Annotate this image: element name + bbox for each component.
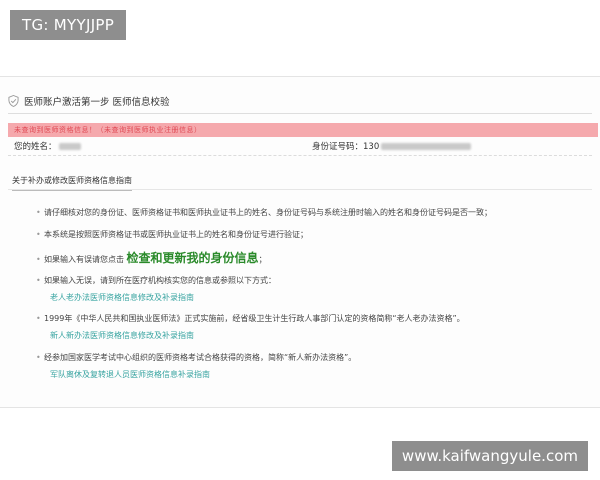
- list-item: • 如果输入无误，请到所在医疗机构核实您的信息或参照以下方式：: [36, 276, 276, 285]
- panel-header: 医师账户激活第一步 医师信息校验: [8, 91, 592, 114]
- old-method-guide-link[interactable]: 老人老办法医师资格信息修改及补录指南: [50, 292, 194, 303]
- id-value-redacted: [381, 143, 472, 150]
- update-identity-link[interactable]: 检查和更新我的身份信息: [127, 251, 259, 265]
- name-row: 您的姓名：: [14, 140, 81, 152]
- bullet-icon: •: [36, 314, 41, 323]
- new-method-guide-link[interactable]: 新人新办法医师资格信息修改及补录指南: [50, 330, 194, 341]
- watermark-bottom: www.kaifwangyule.com: [391, 441, 588, 471]
- list-item: • 请仔细核对您的身份证、医师资格证书和医师执业证书上的姓名、身份证号码与系统注册…: [36, 208, 492, 217]
- name-label: 您的姓名：: [14, 142, 57, 152]
- shield-check-icon: [8, 95, 19, 107]
- list-item: • 如果输入有误请您点击 检查和更新我的身份信息；: [36, 251, 267, 265]
- bullet-icon: •: [36, 230, 41, 239]
- watermark-top: TG: MYYJJPP: [10, 10, 127, 40]
- page-title: 医师账户激活第一步 医师信息校验: [24, 97, 170, 108]
- divider: [8, 155, 592, 156]
- error-alert: 未查询到医师资格信息！（未查询到医师执业注册信息）: [8, 123, 598, 137]
- id-label: 身份证号码：: [312, 142, 364, 152]
- bullet-icon: •: [36, 208, 41, 217]
- bullet-icon: •: [36, 353, 41, 362]
- name-value-redacted: [58, 143, 81, 150]
- list-item: • 经参加国家医学考试中心组织的医师资格考试合格获得的资格，简称“新人新办法资格”…: [36, 353, 357, 362]
- list-item: • 1999年《中华人民共和国执业医师法》正式实施前，经省级卫生计生行政人事部门认…: [36, 314, 465, 323]
- guide-title-underline: [8, 189, 592, 190]
- bullet-icon: •: [36, 276, 41, 285]
- bullet-icon: •: [36, 255, 41, 264]
- id-prefix: 130: [363, 142, 380, 152]
- military-guide-link[interactable]: 军队离休及复转退人员医师资格信息补录指南: [50, 369, 210, 380]
- verification-panel: 医师账户激活第一步 医师信息校验 未查询到医师资格信息！（未查询到医师执业注册信…: [0, 76, 600, 408]
- id-row: 身份证号码：130: [312, 140, 472, 152]
- list-item: • 本系统是按照医师资格证书或医师执业证书上的姓名和身份证号进行验证；: [36, 230, 308, 239]
